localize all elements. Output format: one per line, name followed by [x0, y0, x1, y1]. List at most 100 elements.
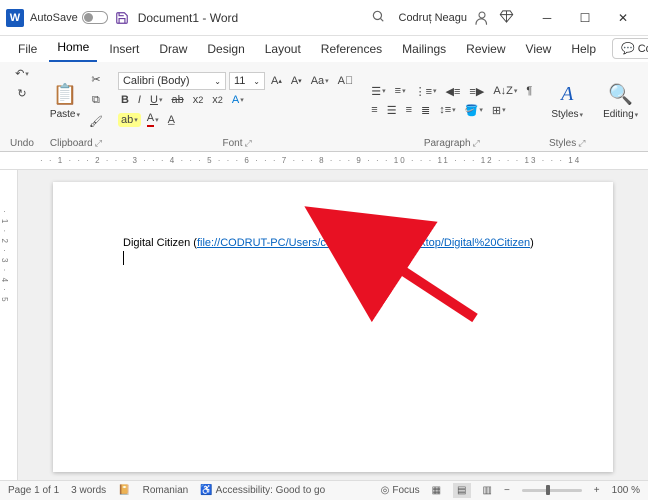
maximize-button[interactable]: ☐ [566, 4, 604, 32]
styles-icon: A [561, 81, 573, 107]
increase-font-button[interactable]: A▴ [268, 73, 285, 89]
print-layout-button[interactable]: ▤ [453, 483, 470, 498]
document-title: Document1 - Word [138, 11, 238, 25]
word-count[interactable]: 3 words [71, 485, 106, 496]
user-avatar-icon[interactable] [473, 9, 491, 27]
paste-label: Paste [50, 109, 80, 120]
decrease-indent-button[interactable]: ◀≡ [443, 83, 464, 100]
focus-mode-button[interactable]: ◎ Focus [381, 485, 420, 496]
user-name[interactable]: Codruț Neagu [399, 12, 468, 24]
tab-layout[interactable]: Layout [257, 38, 309, 62]
underline-button[interactable]: U [147, 92, 165, 108]
align-right-button[interactable]: ≡ [403, 102, 415, 118]
tab-review[interactable]: Review [458, 38, 513, 62]
font-size-select[interactable]: 11⌄ [229, 72, 265, 90]
tab-home[interactable]: Home [49, 36, 97, 62]
group-undo: ↶ ↻ Undo [6, 65, 38, 151]
editing-btn-label: Editing [603, 109, 638, 120]
numbering-button[interactable]: ≡ [392, 83, 409, 99]
font-name-select[interactable]: Calibri (Body)⌄ [118, 72, 226, 90]
increase-indent-button[interactable]: ≡▶ [466, 83, 487, 100]
hyperlink[interactable]: file://CODRUT-PC/Users/codru/OneDrive/De… [197, 237, 530, 249]
change-case-button[interactable]: Aa [308, 73, 332, 89]
accessibility-status[interactable]: ♿ Accessibility: Good to go [200, 485, 325, 496]
document-page[interactable]: Digital Citizen (file://CODRUT-PC/Users/… [53, 182, 613, 472]
line-spacing-button[interactable]: ↕≡ [436, 102, 458, 118]
tab-help[interactable]: Help [563, 38, 604, 62]
vertical-ruler[interactable]: · 1 · 2 · 3 · 4 · 5 [0, 170, 18, 480]
text-effects-button[interactable]: A [229, 92, 247, 108]
font-color-button[interactable]: A [144, 110, 162, 129]
comments-button[interactable]: 💬 Comments ⌄ [612, 38, 648, 59]
autosave-toggle[interactable] [82, 11, 108, 24]
text-cursor [123, 251, 124, 265]
tab-references[interactable]: References [313, 38, 390, 62]
group-font: Calibri (Body)⌄ 11⌄ A▴ A▾ Aa A⃠ B I U ab… [114, 65, 360, 151]
web-layout-button[interactable]: ▥ [483, 485, 492, 496]
tab-insert[interactable]: Insert [101, 38, 147, 62]
zoom-level[interactable]: 100 % [612, 485, 640, 496]
tab-design[interactable]: Design [199, 38, 252, 62]
clear-formatting-button[interactable]: A⃠ [335, 73, 357, 89]
undo-group-label: Undo [10, 136, 34, 151]
close-button[interactable]: ✕ [604, 4, 642, 32]
styles-dialog-launcher[interactable]: ⤢ [578, 138, 585, 149]
zoom-out-button[interactable]: − [504, 485, 510, 496]
focus-label: Focus [392, 485, 419, 496]
cut-button[interactable]: ✂ [86, 71, 106, 88]
ribbon: ↶ ↻ Undo 📋 Paste ✂ ⧉ 🖌 Clipboard ⤢ Calib… [0, 62, 648, 152]
document-workspace: · 1 · 2 · 3 · 4 · 5 Digital Citizen (fil… [0, 170, 648, 480]
styles-button[interactable]: A Styles [547, 79, 587, 122]
clipboard-dialog-launcher[interactable]: ⤢ [95, 138, 102, 149]
italic-button[interactable]: I [135, 92, 144, 108]
subscript-button[interactable]: x2 [190, 92, 207, 108]
accessibility-icon: ♿ [200, 485, 212, 496]
sort-button[interactable]: A↓Z [490, 83, 520, 99]
text-prefix: Digital Citizen ( [123, 237, 197, 249]
zoom-slider[interactable] [522, 489, 582, 492]
spell-check-icon[interactable]: 📔 [118, 485, 130, 496]
borders-button[interactable]: ⊞ [489, 102, 509, 119]
group-styles: A Styles Styles ⤢ [543, 65, 591, 151]
undo-button[interactable]: ↶ [12, 65, 32, 82]
align-left-button[interactable]: ≡ [368, 102, 380, 118]
show-marks-button[interactable]: ¶ [523, 83, 535, 99]
minimize-button[interactable]: ─ [528, 4, 566, 32]
tab-draw[interactable]: Draw [151, 38, 195, 62]
read-mode-button[interactable]: ▦ [432, 485, 441, 496]
format-painter-button[interactable]: 🖌 [86, 113, 106, 130]
tab-file[interactable]: File [10, 38, 45, 62]
highlight-button[interactable]: ab [118, 113, 141, 127]
focus-icon: ◎ [381, 485, 390, 496]
comment-icon: 💬 [621, 42, 635, 55]
redo-button[interactable]: ↻ [14, 85, 29, 102]
multilevel-button[interactable]: ⋮≡ [412, 83, 440, 100]
tab-view[interactable]: View [518, 38, 560, 62]
language-status[interactable]: Romanian [143, 485, 189, 496]
save-icon[interactable] [114, 10, 130, 26]
document-line-1[interactable]: Digital Citizen (file://CODRUT-PC/Users/… [123, 237, 543, 249]
decrease-font-button[interactable]: A▾ [288, 73, 305, 89]
editing-button[interactable]: 🔍 Editing [599, 79, 642, 122]
zoom-in-button[interactable]: + [594, 485, 600, 496]
bold-button[interactable]: B [118, 92, 132, 108]
premium-diamond-icon[interactable] [499, 9, 514, 27]
search-icon[interactable] [371, 9, 385, 26]
justify-button[interactable]: ≣ [418, 102, 433, 119]
horizontal-ruler[interactable]: · · 1 · · · 2 · · · 3 · · · 4 · · · 5 · … [0, 152, 648, 170]
align-center-button[interactable]: ☰ [384, 102, 400, 119]
word-app-icon: W [6, 9, 24, 27]
page-scroll-area[interactable]: Digital Citizen (file://CODRUT-PC/Users/… [18, 170, 648, 480]
font-dialog-launcher[interactable]: ⤢ [245, 138, 252, 149]
copy-button[interactable]: ⧉ [86, 92, 106, 109]
bullets-button[interactable]: ☰ [368, 83, 388, 100]
page-count[interactable]: Page 1 of 1 [8, 485, 59, 496]
paragraph-dialog-launcher[interactable]: ⤢ [473, 138, 480, 149]
tab-mailings[interactable]: Mailings [394, 38, 454, 62]
superscript-button[interactable]: x2 [209, 92, 226, 108]
strikethrough-button[interactable]: ab [168, 92, 186, 108]
character-border-button[interactable]: A̲ [165, 112, 178, 128]
paste-button[interactable]: 📋 Paste [46, 79, 84, 122]
shading-button[interactable]: 🪣 [462, 102, 486, 119]
text-suffix: ) [530, 237, 534, 249]
